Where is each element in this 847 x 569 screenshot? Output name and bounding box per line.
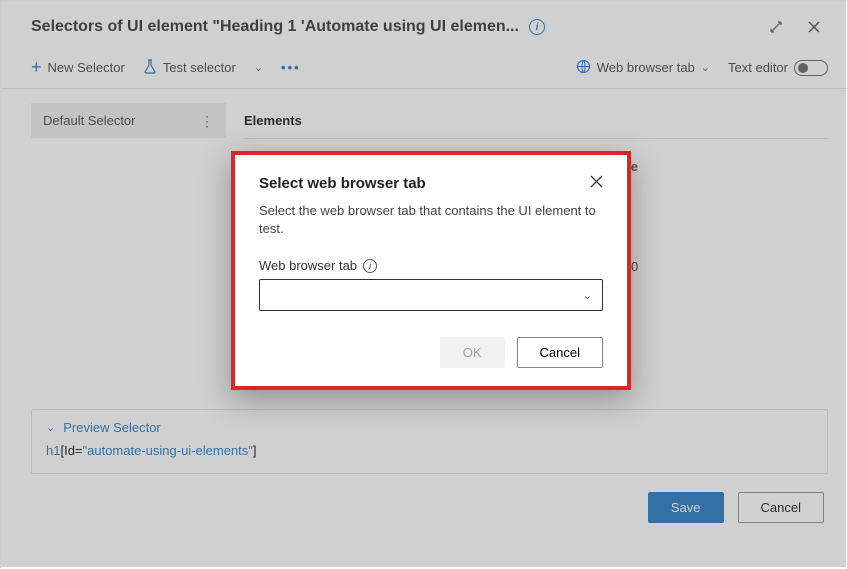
dialog-cancel-button[interactable]: Cancel xyxy=(517,337,603,368)
dialog-footer: OK Cancel xyxy=(259,337,603,368)
info-icon[interactable]: i xyxy=(363,259,377,273)
browser-tab-select[interactable]: ⌄ xyxy=(259,279,603,311)
dialog-field-label: Web browser tab i xyxy=(259,258,603,273)
select-browser-tab-dialog: Select web browser tab Select the web br… xyxy=(235,155,627,386)
dialog-description: Select the web browser tab that contains… xyxy=(259,202,603,238)
chevron-down-icon: ⌄ xyxy=(583,289,592,302)
dialog-title-row: Select web browser tab xyxy=(259,175,603,192)
dialog-close-button[interactable] xyxy=(590,175,603,192)
dialog-title: Select web browser tab xyxy=(259,175,426,192)
dialog-ok-button[interactable]: OK xyxy=(440,337,505,368)
dialog-label-text: Web browser tab xyxy=(259,258,357,273)
close-icon xyxy=(590,175,603,188)
dialog-highlight: Select web browser tab Select the web br… xyxy=(231,151,631,390)
